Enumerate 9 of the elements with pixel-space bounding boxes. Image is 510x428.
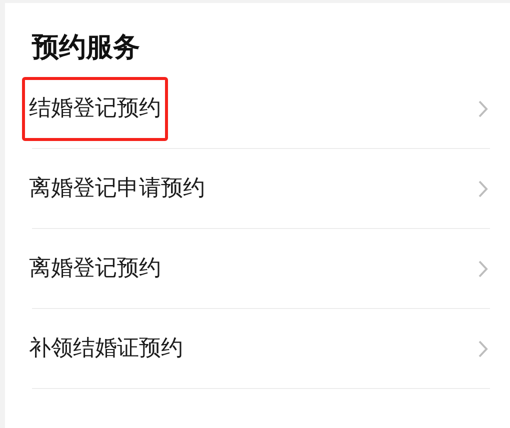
item-label: 离婚登记申请预约 (28, 175, 206, 203)
chevron-right-icon (478, 260, 488, 278)
chevron-right-icon (478, 100, 488, 118)
section-title: 预约服务 (32, 31, 141, 65)
item-label: 离婚登记预约 (28, 255, 162, 283)
item-label: 结婚登记预约 (22, 77, 168, 141)
chevron-right-icon (478, 340, 488, 358)
chevron-right-icon (478, 180, 488, 198)
item-label: 补领结婚证预约 (28, 335, 184, 363)
